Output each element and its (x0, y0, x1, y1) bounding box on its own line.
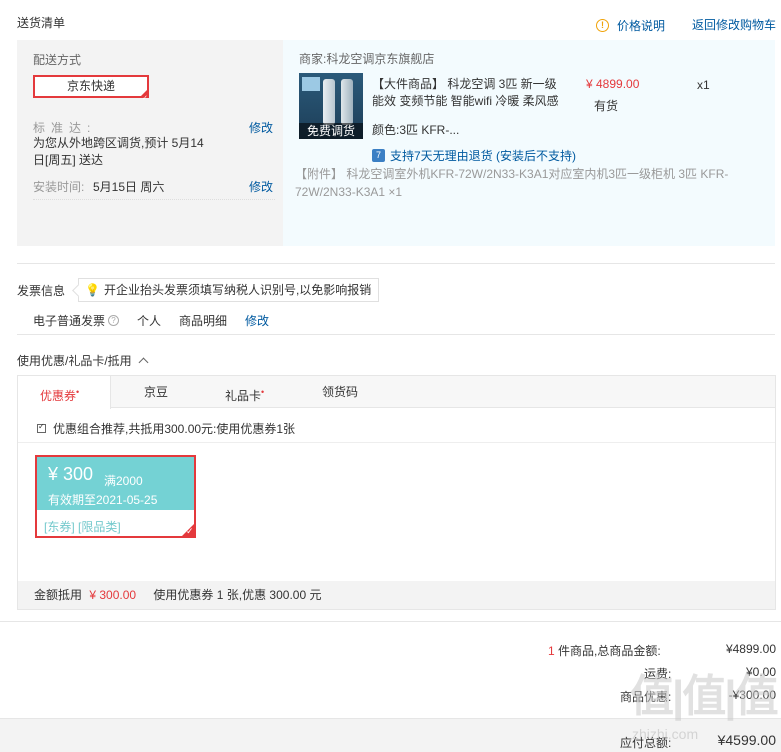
product-quantity: x1 (697, 78, 710, 92)
return-policy: 7 支持7天无理由退货 (安装后不支持) (372, 147, 576, 164)
invoice-tooltip-text: 开企业抬头发票须填写纳税人识别号,以免影响报销 (103, 283, 372, 297)
invoice-title: 发票信息 (17, 284, 66, 298)
coupon-card[interactable]: ¥ 300 满2000 有效期至2021-05-25 [东券] [限品类] (35, 455, 196, 538)
seven-day-return-icon: 7 (372, 149, 385, 162)
tab-label: 礼品卡 (225, 389, 262, 403)
ac-unit-graphic (341, 79, 353, 125)
standard-delivery-label: 标准达: (33, 121, 97, 135)
divider (18, 442, 775, 443)
invoice-holder: 个人 (137, 314, 162, 328)
tab-label: 京豆 (144, 385, 169, 399)
product-name-link[interactable]: 【大件商品】 科龙空调 3匹 新一级能效 变频节能 智能wifi 冷暖 柔风感 (372, 76, 564, 110)
product-panel: 商家:科龙空调京东旗舰店 免费调货 【大件商品】 科龙空调 3匹 新一级能效 变… (283, 40, 775, 246)
shipping-fee: ¥0.00 (745, 665, 776, 679)
delivery-panel: 配送方式 京东快递 标准达: 修改 为您从外地跨区调货,预计 5月14日[周五]… (17, 40, 283, 246)
price-explain-link[interactable]: ! 价格说明 (596, 17, 665, 34)
accessory-text: 【附件】 科龙空调室外机KFR-72W/2N33-K3A1对应室内机3匹一级柜机… (295, 167, 729, 199)
help-icon[interactable]: ? (108, 315, 120, 326)
invoice-tooltip: 💡 开企业抬头发票须填写纳税人识别号,以免影响报销 (78, 278, 380, 302)
divider (17, 334, 775, 335)
payable-bar: 应付总额: ¥4599.00 (0, 718, 781, 752)
combo-recommend[interactable]: 优惠组合推荐,共抵用300.00元:使用优惠券1张 (37, 420, 295, 437)
goods-count-row: 1 件商品,总商品金额: (548, 642, 661, 659)
goods-discount: -¥300.00 (728, 688, 776, 702)
install-time-value: 5月15日 周六 (93, 180, 165, 194)
tab-coupons[interactable]: 优惠券• (18, 376, 111, 409)
ac-unit-graphic (323, 79, 335, 125)
goods-count: 1 (548, 644, 555, 658)
summary-amount: ¥ 300.00 (89, 588, 137, 602)
coupon-expiry: 有效期至2021-05-25 (48, 493, 158, 507)
divider (0, 621, 781, 622)
chevron-up-icon (138, 357, 149, 368)
payable-amount: ¥4599.00 (717, 732, 776, 748)
selected-check-icon (180, 522, 196, 538)
goods-count-text: 件商品,总商品金额: (558, 644, 661, 658)
tab-gift-card[interactable]: 礼品卡• (225, 376, 264, 408)
coupon-amount: ¥ 300 (48, 464, 94, 484)
return-policy-text: 支持7天无理由退货 (安装后不支持) (390, 149, 577, 163)
lightbulb-icon: 💡 (85, 283, 100, 297)
divider (33, 199, 275, 200)
red-dot: • (76, 387, 80, 397)
merchant-name: 商家:科龙空调京东旗舰店 (299, 52, 435, 66)
express-delivery-option[interactable]: 京东快递 (33, 75, 149, 108)
invoice-type: 电子普通发票 (33, 314, 106, 328)
price-explain-label[interactable]: 价格说明 (617, 17, 665, 34)
coupon-tags: [东券] [限品类] (44, 520, 121, 534)
tab-jingdou[interactable]: 京豆 (144, 376, 168, 408)
back-to-cart-link[interactable]: 返回修改购物车 (692, 16, 776, 33)
summary-label: 金额抵用 (34, 588, 83, 602)
product-image-header (302, 77, 320, 91)
install-time-label: 安装时间: (33, 180, 85, 194)
combo-checkbox[interactable] (37, 422, 46, 433)
discount-summary: 金额抵用 ¥ 300.00 使用优惠券 1 张,优惠 300.00 元 (18, 581, 775, 609)
red-dot: • (261, 387, 265, 397)
product-image-band: 免费调货 (299, 123, 363, 139)
discount-section-toggle[interactable]: 使用优惠/礼品卡/抵用 (17, 352, 149, 369)
coupon-condition: 满2000 (104, 474, 143, 488)
shipping-list-title: 送货清单 (17, 16, 66, 30)
summary-detail: 使用优惠券 1 张,优惠 300.00 元 (153, 588, 322, 602)
combo-text: 优惠组合推荐,共抵用300.00元:使用优惠券1张 (53, 422, 296, 436)
install-time-edit-link[interactable]: 修改 (249, 178, 273, 195)
delivery-method-label: 配送方式 (33, 53, 82, 67)
coupon-header: ¥ 300 满2000 有效期至2021-05-25 (37, 457, 194, 510)
invoice-content: 商品明细 (179, 314, 228, 328)
goods-discount-label: 商品优惠: (620, 690, 672, 704)
tab-label: 领货码 (322, 385, 359, 399)
discount-panel: 优惠券• 京豆 礼品卡• 领货码 优惠组合推荐,共抵用300.00元:使用优惠券… (17, 375, 776, 610)
payable-label: 应付总额: (620, 736, 672, 750)
divider (17, 263, 775, 264)
discount-section-title: 使用优惠/礼品卡/抵用 (17, 354, 132, 368)
invoice-details: 电子普通发票 ? 个人 商品明细 修改 (33, 312, 269, 329)
shipping-fee-label: 运费: (644, 667, 672, 681)
discount-tabs: 优惠券• 京豆 礼品卡• 领货码 (18, 376, 775, 409)
tab-redeem-code[interactable]: 领货码 (322, 376, 358, 408)
selected-check-icon (139, 88, 149, 108)
express-delivery-label: 京东快递 (66, 79, 115, 93)
invoice-edit-link[interactable]: 修改 (245, 312, 269, 329)
product-color: 颜色:3匹 KFR-... (372, 123, 460, 137)
product-price: ¥ 4899.00 (586, 77, 640, 91)
product-image[interactable]: 免费调货 (299, 73, 363, 139)
goods-total: ¥4899.00 (725, 642, 776, 656)
standard-delivery-edit-link[interactable]: 修改 (249, 119, 273, 136)
standard-delivery-text: 为您从外地跨区调货,预计 5月14日[周五] 送达 (33, 136, 204, 167)
product-stock-status: 有货 (594, 99, 619, 113)
warning-icon: ! (596, 19, 609, 32)
tab-label: 优惠券 (40, 389, 77, 403)
